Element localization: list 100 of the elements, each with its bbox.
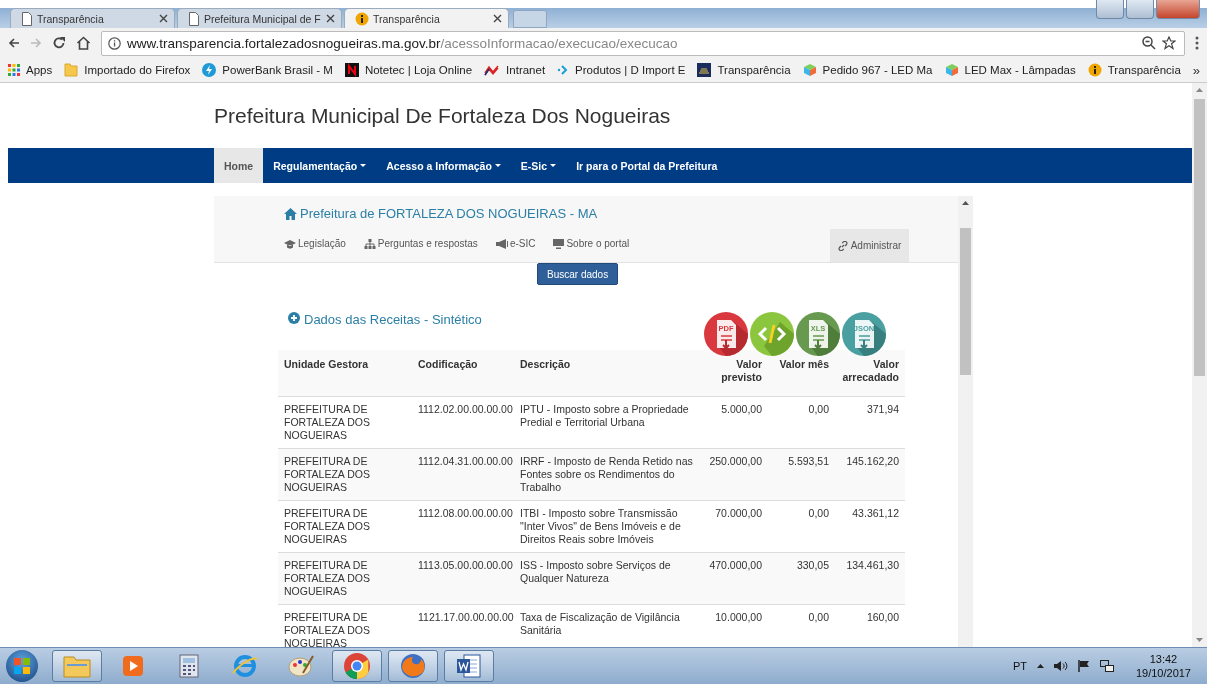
column-header: Unidade Gestora <box>278 350 412 397</box>
column-header: Valor mês <box>768 350 835 397</box>
portal-link[interactable]: Legislação <box>298 238 346 249</box>
table-cell: 1112.04.31.00.00.00 <box>412 448 514 501</box>
start-button[interactable] <box>6 650 38 682</box>
portal-title[interactable]: Prefeitura de FORTALEZA DOS NOGUEIRAS - MA <box>300 206 598 221</box>
table-cell: ISS - Imposto sobre Serviços de Qualquer Natureza <box>514 552 700 605</box>
flag-icon[interactable] <box>1077 660 1090 672</box>
chevron-icon <box>557 64 570 76</box>
admin-link[interactable]: Administrar <box>830 229 909 262</box>
table-cell: 5.593,51 <box>768 448 835 501</box>
plus-circle-icon <box>288 312 300 324</box>
info-badge-icon <box>355 11 369 26</box>
caret-up-icon[interactable] <box>1036 664 1044 668</box>
reload-icon[interactable] <box>52 36 66 50</box>
nav-menu-item[interactable]: Regulamentação <box>263 148 377 183</box>
taskbar-button[interactable] <box>388 650 438 682</box>
language-indicator[interactable]: PT <box>1012 660 1027 672</box>
section-title: Dados das Receitas - Sintético <box>304 312 482 327</box>
column-header: Valor previsto <box>700 350 768 397</box>
page-scrollbar[interactable] <box>1192 83 1207 647</box>
table-cell: PREFEITURA DE FORTALEZA DOS NOGUEIRAS <box>278 552 412 605</box>
scroll-thumb[interactable] <box>1194 99 1205 376</box>
nav-menu-item[interactable]: Acesso a Informação <box>376 148 511 183</box>
link-icon <box>837 240 848 251</box>
sitemap-icon <box>363 238 376 249</box>
url-text: www.transparencia.fortalezadosnogueiras.ma.gov.br/acessoInformacao/execucao/execucao <box>127 35 679 51</box>
close-button[interactable] <box>1156 0 1200 19</box>
scroll-up-icon[interactable] <box>1196 88 1203 92</box>
nav-menu-item[interactable]: E-Sic <box>510 148 567 183</box>
scroll-thumb[interactable] <box>960 228 971 375</box>
network-icon[interactable] <box>1099 660 1114 672</box>
word-document-icon[interactable] <box>456 653 482 679</box>
home-icon[interactable] <box>76 36 91 50</box>
table-cell: 250.000,00 <box>700 448 768 501</box>
document-icon <box>21 11 33 26</box>
zigzag-icon <box>484 64 501 76</box>
clock[interactable]: 13:42 19/10/2017 <box>1135 652 1191 680</box>
portal-link[interactable]: Perguntas e respostas <box>377 238 478 249</box>
close-icon[interactable] <box>159 14 168 23</box>
bookmark-link[interactable]: Transparência <box>717 64 791 76</box>
taskbar-button[interactable] <box>52 650 102 682</box>
zoom-out-icon[interactable] <box>1142 36 1156 50</box>
taskbar-button[interactable] <box>332 650 382 682</box>
more-bookmarks-button[interactable]: » <box>1192 62 1207 78</box>
cube-icon <box>802 63 817 77</box>
taskbar-button[interactable] <box>444 650 494 682</box>
calculator-icon[interactable] <box>179 654 199 678</box>
search-data-button[interactable]: Buscar dados <box>537 263 619 285</box>
speaker-icon[interactable] <box>1053 660 1068 672</box>
bookmark-link[interactable]: Pedido 967 - LED Ma <box>822 64 933 76</box>
nav-menu-item[interactable]: Ir para o Portal da Prefeitura <box>566 148 728 183</box>
table-cell: 1113.05.00.00.00.00 <box>412 552 514 605</box>
scroll-down-icon[interactable] <box>1196 638 1203 642</box>
tile-icon <box>344 63 359 77</box>
bookmark-link[interactable]: Intranet <box>506 64 546 76</box>
menu-icon[interactable] <box>1195 36 1199 50</box>
chrome-icon[interactable] <box>343 652 371 680</box>
apps-grid-icon <box>8 64 20 76</box>
bookmark-link[interactable]: LED Max - Lâmpadas <box>964 64 1076 76</box>
nav-menu-item[interactable]: Home <box>214 148 264 183</box>
bookmark-link[interactable]: Notetec | Loja Online <box>364 64 473 76</box>
bolt-icon <box>202 63 217 77</box>
bookmark-link[interactable]: Produtos | D Import E <box>575 64 686 76</box>
minimize-button[interactable] <box>1096 0 1124 19</box>
browser-tab[interactable]: Transparência <box>10 8 175 28</box>
monitor-icon <box>553 238 565 249</box>
column-header: Descrição <box>514 350 700 397</box>
folder-icon <box>64 63 79 77</box>
maximize-button[interactable] <box>1126 0 1154 19</box>
palette-icon[interactable] <box>287 653 315 679</box>
table-cell: 134.461,30 <box>835 552 905 605</box>
browser-tab[interactable]: Prefeitura Municipal de F <box>177 8 342 28</box>
export-button[interactable] <box>750 312 794 356</box>
table-cell: PREFEITURA DE FORTALEZA DOS NOGUEIRAS <box>278 448 412 501</box>
graduation-cap-icon <box>284 238 296 249</box>
bookmark-link[interactable]: Transparência <box>1107 64 1181 76</box>
document-icon <box>188 11 200 26</box>
star-icon[interactable] <box>1162 36 1176 50</box>
bookmark-link[interactable]: Apps <box>26 64 53 76</box>
back-icon[interactable] <box>8 37 20 49</box>
browser-tab[interactable]: Transparência <box>344 8 509 28</box>
address-bar[interactable]: www.transparencia.fortalezadosnogueiras.ma.gov.br/acessoInformacao/execucao/execucao <box>101 30 1185 56</box>
folder-icon[interactable] <box>62 653 92 679</box>
site-title: Prefeitura Municipal De Fortaleza Dos Nogueiras <box>214 103 671 128</box>
e-logo-icon[interactable] <box>231 653 259 679</box>
portal-link[interactable]: Sobre o portal <box>566 238 630 249</box>
close-icon[interactable] <box>493 14 502 23</box>
globe-fox-icon[interactable] <box>399 652 427 680</box>
bookmark-link[interactable]: PowerBank Brasil - M <box>222 64 333 76</box>
scroll-up-icon[interactable] <box>962 201 969 205</box>
play-icon[interactable] <box>122 655 144 677</box>
home-icon <box>284 207 297 220</box>
portal-link[interactable]: e-SIC <box>509 238 536 249</box>
column-header: Valor arrecadado <box>835 350 905 397</box>
frame-scrollbar[interactable] <box>958 196 973 647</box>
bookmark-link[interactable]: Importado do Firefox <box>84 64 191 76</box>
close-icon[interactable] <box>326 14 335 23</box>
building-icon <box>697 63 712 77</box>
megaphone-icon <box>495 238 508 249</box>
